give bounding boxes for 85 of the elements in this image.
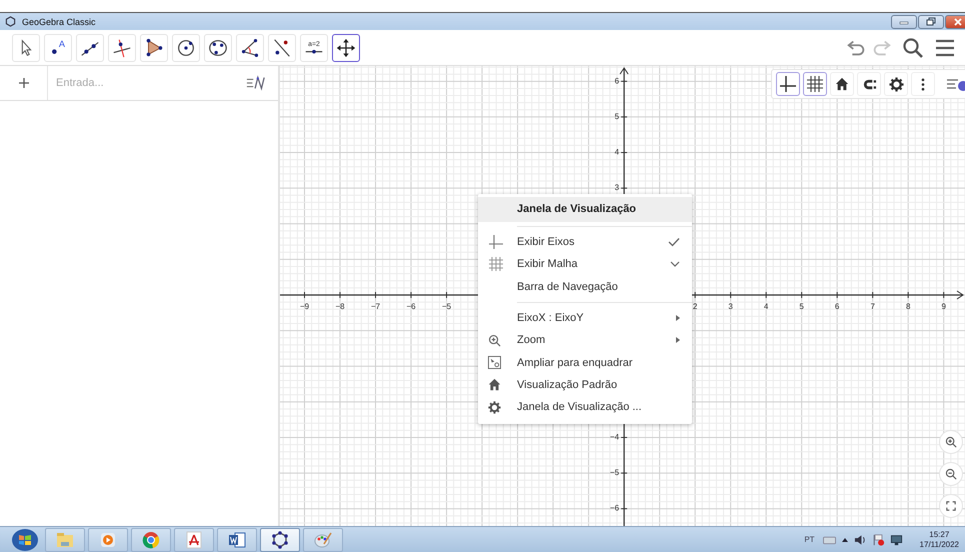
menu-item[interactable]: Janela de Visualização ... <box>478 396 692 418</box>
tick-label: 4 <box>614 148 620 157</box>
network-icon[interactable] <box>890 534 903 546</box>
taskbar-app-button[interactable] <box>174 528 214 552</box>
axes-icon <box>779 75 797 93</box>
search-icon[interactable] <box>901 36 925 60</box>
grid-icon <box>806 75 824 93</box>
magnet-button[interactable] <box>857 72 881 96</box>
taskbar-app-button[interactable] <box>217 528 257 552</box>
settings-icon <box>888 76 904 92</box>
more-button[interactable] <box>911 72 935 96</box>
menu-item[interactable]: Zoom <box>478 329 692 352</box>
tick-label: −5 <box>442 302 452 311</box>
tick-label: −9 <box>300 302 310 311</box>
clock-date: 17/11/2022 <box>920 540 959 550</box>
close-icon <box>954 18 962 26</box>
flag-icon[interactable] <box>872 534 885 546</box>
menu-item[interactable]: Visualização Padrão <box>478 374 692 396</box>
tick-label: −8 <box>335 302 345 311</box>
tick-label: −7 <box>370 302 380 311</box>
geogebra-icon <box>270 530 290 550</box>
tick-label: 5 <box>614 112 620 121</box>
plus-icon <box>18 77 30 89</box>
zoom-in-button[interactable] <box>939 430 963 454</box>
more-icon <box>920 76 926 92</box>
menu-item[interactable]: Exibir Malha <box>478 253 692 276</box>
zoom-out-button[interactable] <box>939 462 963 486</box>
close-button[interactable] <box>945 14 965 28</box>
home-icon <box>488 378 501 392</box>
grid-icon <box>488 256 504 272</box>
windows-logo-icon <box>10 528 40 552</box>
minimize-icon <box>899 18 909 24</box>
grid-toggle[interactable] <box>803 72 827 96</box>
angle-icon <box>239 36 261 58</box>
restore-icon <box>926 17 936 26</box>
submenu-arrow-icon <box>676 315 680 322</box>
perpendicular-line-icon <box>111 36 133 58</box>
fullscreen-icon <box>946 501 956 511</box>
submenu-arrow-icon <box>676 337 680 344</box>
zoom-icon <box>488 334 501 347</box>
tick-label: −6 <box>406 302 416 311</box>
zoom-out-icon <box>945 468 957 480</box>
pdf-icon <box>184 530 204 550</box>
algebra-symbols-icon[interactable] <box>246 75 266 91</box>
settings-icon <box>488 400 501 414</box>
window-title: GeoGebra Classic <box>22 16 96 26</box>
tick-label: −6 <box>610 504 620 513</box>
tick-label: 8 <box>906 302 910 311</box>
home-icon <box>835 77 849 91</box>
home-button[interactable] <box>830 72 854 96</box>
fullscreen-button[interactable] <box>939 494 963 518</box>
settings-button[interactable] <box>884 72 908 96</box>
axes-toggle[interactable] <box>776 72 800 96</box>
browser-icon <box>141 530 161 550</box>
menu-item[interactable]: Ampliar para enquadrar <box>478 351 692 374</box>
tool-button[interactable] <box>332 34 360 62</box>
tick-label: 3 <box>728 302 733 311</box>
tick-label: 4 <box>764 302 768 311</box>
paint-icon <box>313 530 333 550</box>
tick-label: −5 <box>610 468 620 478</box>
tick-label: 7 <box>870 302 875 311</box>
app-icon <box>5 16 16 27</box>
axes-icon <box>488 234 504 250</box>
zoom-to-fit-icon <box>488 356 501 370</box>
menu-item[interactable]: Exibir Eixos <box>478 231 692 254</box>
tick-label: 6 <box>614 76 620 86</box>
word-icon <box>227 530 247 550</box>
tick-label: 9 <box>941 302 946 311</box>
chevron-down-icon <box>670 261 680 268</box>
zoom-in-icon <box>945 436 957 448</box>
tick-label: −4 <box>610 432 620 442</box>
move-cross-icon <box>335 36 357 58</box>
restore-button[interactable] <box>918 14 944 28</box>
tick-label: 3 <box>614 183 620 192</box>
clock-time: 15:27 <box>929 530 950 540</box>
taskbar-app-button[interactable] <box>260 528 300 552</box>
tick-label: 2 <box>692 302 698 311</box>
menu-item[interactable]: Barra de Navegação <box>478 276 692 298</box>
menu-title: Janela de Visualização <box>478 197 692 222</box>
language-indicator[interactable]: PT <box>804 535 815 544</box>
tick-label: 5 <box>799 302 804 311</box>
tick-label: 6 <box>834 302 840 311</box>
show-hidden-icons-icon[interactable] <box>840 536 849 542</box>
menu-item[interactable]: EixoX : EixoY <box>478 306 692 330</box>
volume-icon[interactable] <box>854 534 867 546</box>
